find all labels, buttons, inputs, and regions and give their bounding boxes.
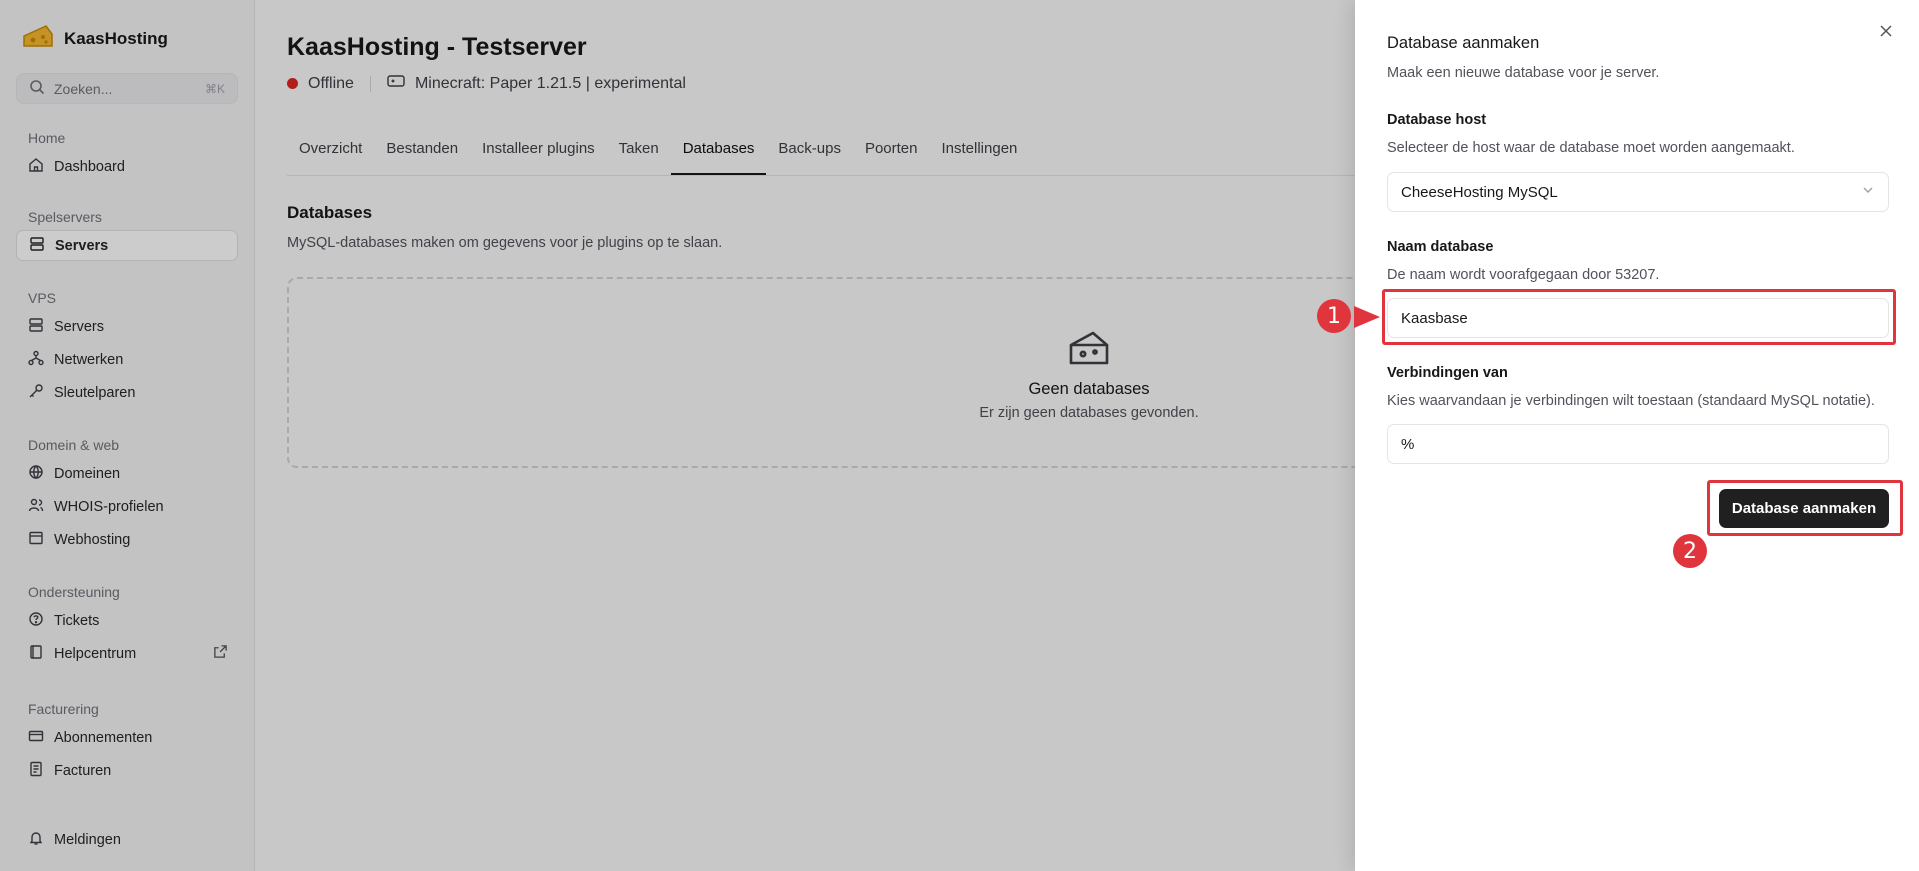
host-hint: Selecteer de host waar de database moet … [1387, 140, 1795, 156]
connections-value: % [1401, 435, 1415, 453]
name-label: Naam database [1387, 239, 1494, 255]
name-hint: De naam wordt voorafgegaan door 53207. [1387, 267, 1660, 283]
drawer-subtitle: Maak een nieuwe database voor je server. [1387, 65, 1660, 81]
close-icon[interactable] [1877, 22, 1895, 40]
create-database-drawer: Database aanmaken Maak een nieuwe databa… [1355, 0, 1919, 871]
arrow-pointer [1354, 306, 1380, 328]
connections-from-input[interactable]: % [1387, 424, 1889, 464]
highlight-box-create-button [1707, 480, 1903, 536]
connections-label: Verbindingen van [1387, 365, 1508, 381]
highlight-box-name-field [1382, 289, 1896, 345]
host-label: Database host [1387, 112, 1487, 128]
connections-hint: Kies waarvandaan je verbindingen wilt to… [1387, 393, 1875, 409]
chevron-down-icon [1861, 183, 1875, 201]
step-marker-1: 1 [1317, 299, 1351, 333]
host-value: CheeseHosting MySQL [1401, 183, 1558, 201]
step-marker-2: 2 [1673, 534, 1707, 568]
drawer-title: Database aanmaken [1387, 34, 1540, 52]
database-host-select[interactable]: CheeseHosting MySQL [1387, 172, 1889, 212]
